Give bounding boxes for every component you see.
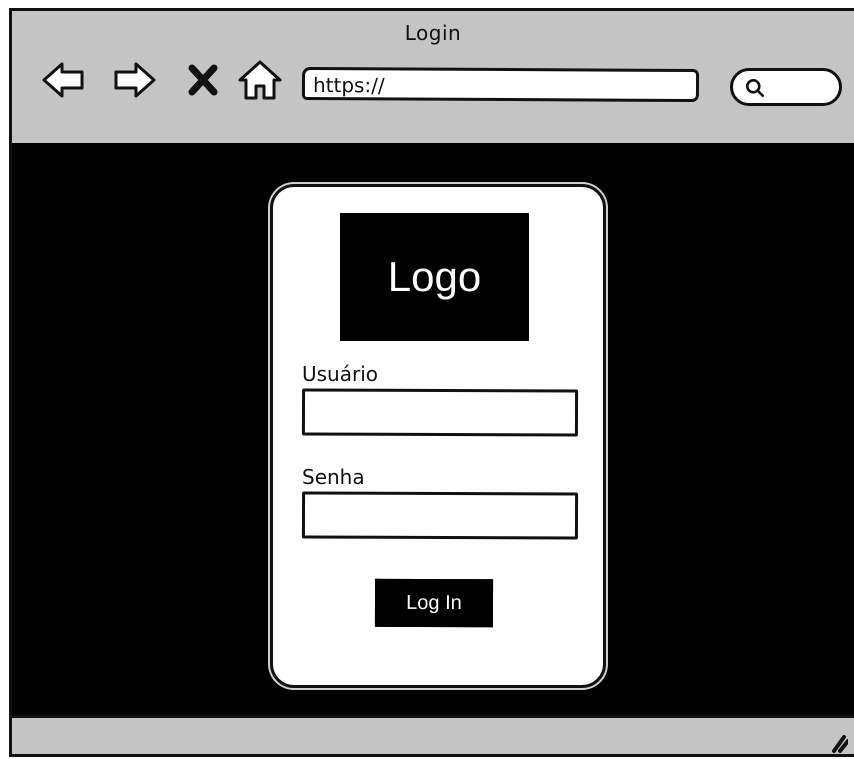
close-icon[interactable] (184, 56, 222, 104)
logo-placeholder: Logo (340, 213, 529, 341)
home-icon[interactable] (236, 56, 284, 104)
username-label: Usuário (302, 362, 379, 386)
url-text[interactable]: https:// (313, 73, 385, 97)
search-icon[interactable] (743, 76, 767, 100)
window-title: Login (404, 21, 462, 45)
search-box[interactable] (730, 68, 842, 106)
status-bar (12, 715, 854, 754)
username-field[interactable] (301, 388, 579, 437)
forward-arrow-icon[interactable] (110, 56, 158, 104)
login-button[interactable]: Log In (374, 578, 494, 628)
password-label: Senha (302, 465, 365, 489)
url-bar[interactable]: https:// (301, 66, 700, 103)
login-card: Logo Usuário Senha Log In (270, 184, 606, 688)
password-field[interactable] (301, 491, 579, 540)
browser-window: Login https:// Logo Usuário Senha Log In (9, 8, 854, 757)
back-arrow-icon[interactable] (40, 56, 88, 104)
resize-grip-icon[interactable] (824, 729, 848, 753)
page-content: Logo Usuário Senha Log In (12, 143, 854, 715)
browser-toolbar: Login https:// (12, 11, 854, 143)
